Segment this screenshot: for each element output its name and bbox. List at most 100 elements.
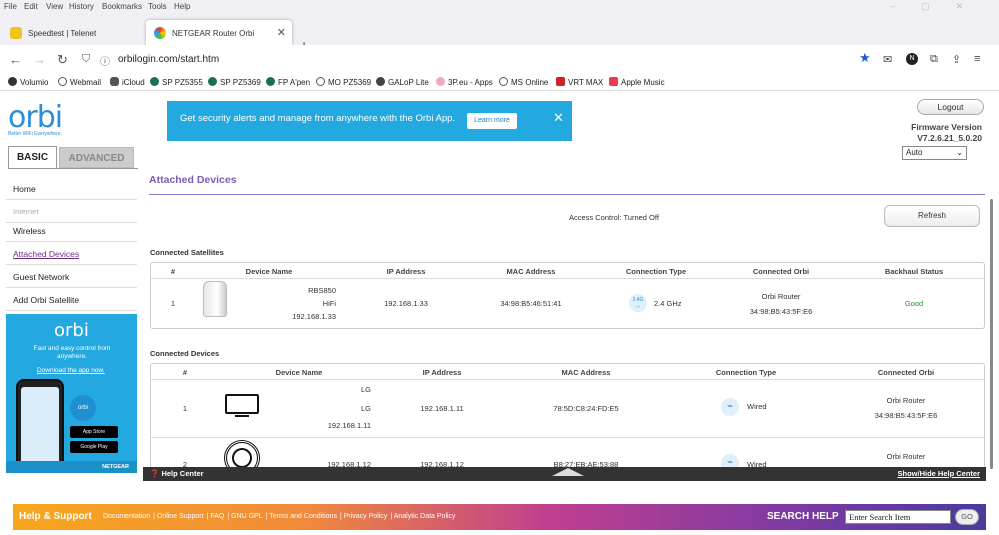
device-name-line2: LG xyxy=(360,404,371,413)
bookmark-apple-music[interactable]: Apple Music xyxy=(609,77,665,87)
download-app-link[interactable]: Download the app now. xyxy=(37,367,105,374)
google-play-badge[interactable]: Google Play xyxy=(70,441,118,453)
access-control-status: Access Control: Turned Off xyxy=(569,213,659,222)
footer-title: Help & Support xyxy=(19,511,92,522)
connected-orbi-mac: 34:98:B5:43:5F:E6 xyxy=(749,307,813,316)
device-name-line1: RBS850 xyxy=(308,286,336,295)
device-name-line3: 192.168.1.33 xyxy=(292,312,336,321)
menu-edit[interactable]: Edit xyxy=(24,2,38,11)
promo-text: Fast and easy control from anywhere. xyxy=(33,345,111,360)
scrollbar[interactable] xyxy=(990,199,993,469)
sidebar-item-wireless[interactable]: Wireless xyxy=(6,220,137,242)
devices-title: Connected Devices xyxy=(150,349,220,358)
col-ip: IP Address xyxy=(422,368,462,377)
connection-type: Wired xyxy=(747,402,767,411)
footer-link-documentation[interactable]: Documentation xyxy=(103,513,150,520)
firmware-label: Firmware Version xyxy=(911,122,982,132)
footer-link-analytic[interactable]: Analytic Data Policy xyxy=(394,513,456,520)
footer-link-online-support[interactable]: Online Support xyxy=(157,513,204,520)
bookmark-volumio[interactable]: Volumio xyxy=(8,77,48,87)
bookmark-star-icon[interactable]: ★ xyxy=(859,50,871,66)
account-icon[interactable]: N xyxy=(906,53,918,65)
footer-link-terms[interactable]: Terms and Conditions xyxy=(269,513,337,520)
chevron-down-icon: ⌄ xyxy=(956,148,963,157)
search-help-input[interactable]: Enter Search Item xyxy=(845,510,951,524)
tv-stand xyxy=(235,415,249,417)
browser-menu-bar: File Edit View History Bookmarks Tools H… xyxy=(0,0,999,15)
bookmark-fp-apen[interactable]: FP A'pen xyxy=(266,77,310,87)
connected-orbi-name: Orbi Router xyxy=(886,396,926,405)
bookmark-3p-apps[interactable]: 3P.eu - Apps xyxy=(436,77,493,87)
col-connected-orbi: Connected Orbi xyxy=(877,368,935,377)
device-name-line1: LG xyxy=(360,385,371,394)
logout-button[interactable]: Logout xyxy=(917,99,984,115)
show-hide-help-link[interactable]: Show/Hide Help Center xyxy=(897,469,980,478)
footer-links: Documentation | Online Support | FAQ | GNU … xyxy=(103,513,456,520)
help-toggle-arrow-icon[interactable] xyxy=(552,468,584,476)
url-text[interactable]: orbilogin.com/start.htm xyxy=(118,54,219,65)
globe-icon xyxy=(316,77,325,86)
tab-netgear[interactable]: NETGEAR Router Orbi ✕ xyxy=(146,20,292,46)
bookmark-mo-pz5369[interactable]: MO PZ5369 xyxy=(316,77,371,87)
mail-icon[interactable]: ✉ xyxy=(883,53,892,66)
language-value: Auto xyxy=(906,148,923,157)
extensions-icon[interactable]: ⧉ xyxy=(930,53,938,66)
refresh-button[interactable]: Refresh xyxy=(884,205,980,227)
orbi-app-icon: orbi xyxy=(70,395,96,421)
menu-icon[interactable]: ≡ xyxy=(974,53,980,65)
tab-speedtest[interactable]: Speedtest | Telenet xyxy=(2,20,142,46)
back-button[interactable]: ← xyxy=(9,52,22,67)
col-connected-orbi: Connected Orbi xyxy=(752,267,810,276)
bookmark-vrt-max[interactable]: VRT MAX xyxy=(556,77,603,87)
sidebar-item-home[interactable]: Home xyxy=(6,178,137,200)
music-icon xyxy=(609,77,618,86)
share-icon[interactable]: ⇪ xyxy=(952,53,961,66)
col-connection-type: Connection Type xyxy=(625,267,687,276)
url-bar[interactable]: ⛉ ⓘ orbilogin.com/start.htm xyxy=(74,49,884,71)
device-name-line2: HiFi xyxy=(322,299,336,308)
router-page: orbi Better WiFi Everywhere. Get securit… xyxy=(0,91,999,535)
window-controls[interactable]: –▢✕ xyxy=(890,1,989,12)
bookmark-galop-lite[interactable]: GALoP Lite xyxy=(376,77,429,87)
col-device-name: Device Name xyxy=(275,368,323,377)
menu-bookmarks[interactable]: Bookmarks xyxy=(102,2,142,11)
tab-title: NETGEAR Router Orbi xyxy=(172,28,255,38)
speedtest-favicon-icon xyxy=(10,27,22,39)
col-ip: IP Address xyxy=(386,267,426,276)
learn-more-button[interactable]: Learn more xyxy=(467,113,517,129)
sidebar-item-attached-devices[interactable]: Attached Devices xyxy=(6,243,137,265)
satellites-title: Connected Satellites xyxy=(150,248,224,257)
footer-link-faq[interactable]: FAQ xyxy=(210,513,224,520)
menu-history[interactable]: History xyxy=(69,2,94,11)
footer-link-privacy[interactable]: Privacy Policy xyxy=(344,513,388,520)
close-tab-icon[interactable]: ✕ xyxy=(277,26,286,39)
satellite-device-icon xyxy=(203,281,227,317)
sidebar-item-guest-network[interactable]: Guest Network xyxy=(6,266,137,288)
close-icon[interactable]: ✕ xyxy=(553,110,564,126)
forward-button[interactable]: → xyxy=(33,52,46,67)
bookmark-webmail[interactable]: Webmail xyxy=(58,77,101,87)
col-device-name: Device Name xyxy=(245,267,293,276)
info-icon[interactable]: ⓘ xyxy=(100,53,110,68)
tab-basic[interactable]: BASIC xyxy=(8,146,57,168)
search-go-button[interactable]: GO xyxy=(955,509,979,525)
bookmark-sp-pz5355[interactable]: SP PZ5355 xyxy=(150,77,203,87)
reload-button[interactable]: ↻ xyxy=(57,52,68,68)
menu-help[interactable]: Help xyxy=(174,2,190,11)
menu-view[interactable]: View xyxy=(46,2,63,11)
app-store-badge[interactable]: App Store xyxy=(70,426,118,438)
menu-tools[interactable]: Tools xyxy=(148,2,167,11)
bookmark-ms-online[interactable]: MS Online xyxy=(499,77,548,87)
fp-icon xyxy=(266,77,275,86)
wifi-icon: 2.4G ◠ xyxy=(629,294,647,312)
bookmark-icloud[interactable]: iCloud xyxy=(110,77,145,87)
menu-file[interactable]: File xyxy=(4,2,17,11)
shield-icon[interactable]: ⛉ xyxy=(82,53,90,66)
orbi-favicon-icon xyxy=(154,27,166,39)
tab-advanced[interactable]: ADVANCED xyxy=(59,147,134,168)
footer-link-gnu-gpl[interactable]: GNU GPL xyxy=(231,513,263,520)
bookmark-sp-pz5369[interactable]: SP PZ5369 xyxy=(208,77,261,87)
language-select[interactable]: Auto ⌄ xyxy=(902,146,967,160)
row-num: 1 xyxy=(170,299,176,308)
sidebar-item-add-satellite[interactable]: Add Orbi Satellite xyxy=(6,289,137,311)
